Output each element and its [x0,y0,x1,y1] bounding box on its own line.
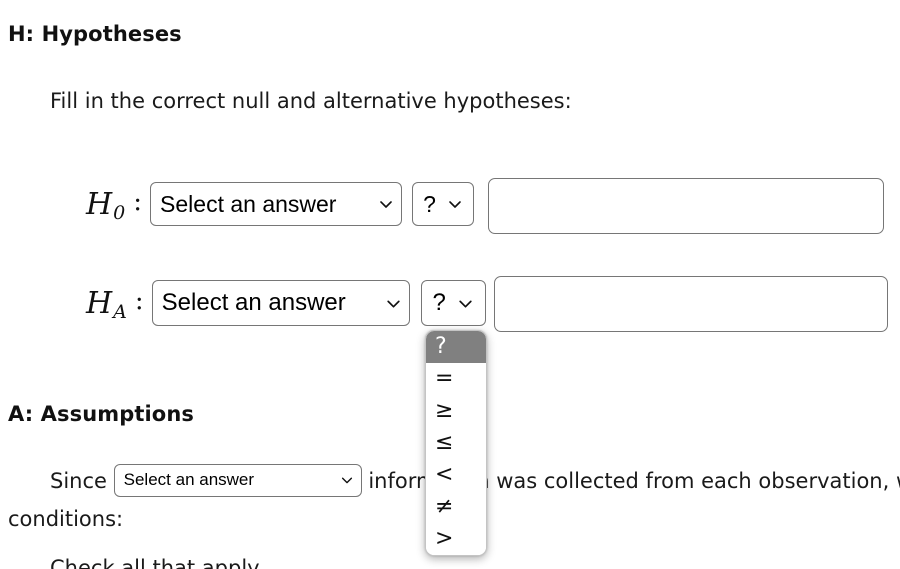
alternative-hypothesis-colon: : [134,286,144,316]
operator-option-2[interactable]: ≥ [426,395,486,427]
hypotheses-section-heading: H: Hypotheses [8,22,182,46]
operator-option-6[interactable]: > [426,523,486,555]
chevron-down-icon [385,295,402,312]
alternative-hypothesis-answer-select-value: Select an answer [161,289,346,316]
alternative-hypothesis-subscript: A [113,300,127,323]
null-hypothesis-answer-select-value: Select an answer [160,190,337,217]
alternative-hypothesis-symbol: H [86,285,113,321]
null-hypothesis-operator-select-value: ? [423,190,436,217]
alternative-hypothesis-label: HA [86,285,127,323]
null-hypothesis-answer-select[interactable]: Select an answer [150,182,403,226]
hypotheses-instruction-text: Fill in the correct null and alternative… [50,89,572,113]
assumptions-text-before-select: Since [50,469,107,493]
alternative-hypothesis-row: HA : Select an answer ? [86,280,486,326]
assumptions-answer-select[interactable]: Select an answer [113,463,362,497]
null-hypothesis-operator-select[interactable]: ? [412,182,475,226]
chevron-down-icon [378,196,394,212]
alternative-hypothesis-value-input[interactable] [494,276,888,332]
null-hypothesis-label: H0 [86,186,126,224]
operator-dropdown-listbox[interactable]: ? = ≥ ≤ < ≠ > [425,330,487,556]
alternative-hypothesis-answer-select[interactable]: Select an answer [151,280,410,326]
operator-option-3[interactable]: ≤ [426,427,486,459]
null-hypothesis-row: H0 : Select an answer ? [86,182,475,226]
operator-option-0[interactable]: ? [426,331,486,363]
assumptions-bullet-item: Check all that apply [50,556,260,569]
alternative-hypothesis-operator-select[interactable]: ? [420,280,486,326]
null-hypothesis-value-input[interactable] [488,178,884,234]
assumptions-answer-select-value: Select an answer [123,470,255,489]
chevron-down-icon [447,196,463,212]
operator-option-5[interactable]: ≠ [426,491,486,523]
assumptions-section-heading: A: Assumptions [8,402,194,426]
chevron-down-icon [457,295,474,312]
worksheet-page: H: Hypotheses Fill in the correct null a… [0,0,900,569]
alternative-hypothesis-operator-select-value: ? [432,289,446,316]
null-hypothesis-symbol: H [86,186,113,222]
null-hypothesis-colon: : [133,187,143,217]
assumptions-text-line-two: conditions: [8,507,124,531]
null-hypothesis-subscript: 0 [113,201,126,224]
operator-option-1[interactable]: = [426,363,486,395]
chevron-down-icon [340,473,354,487]
operator-option-4[interactable]: < [426,459,486,491]
